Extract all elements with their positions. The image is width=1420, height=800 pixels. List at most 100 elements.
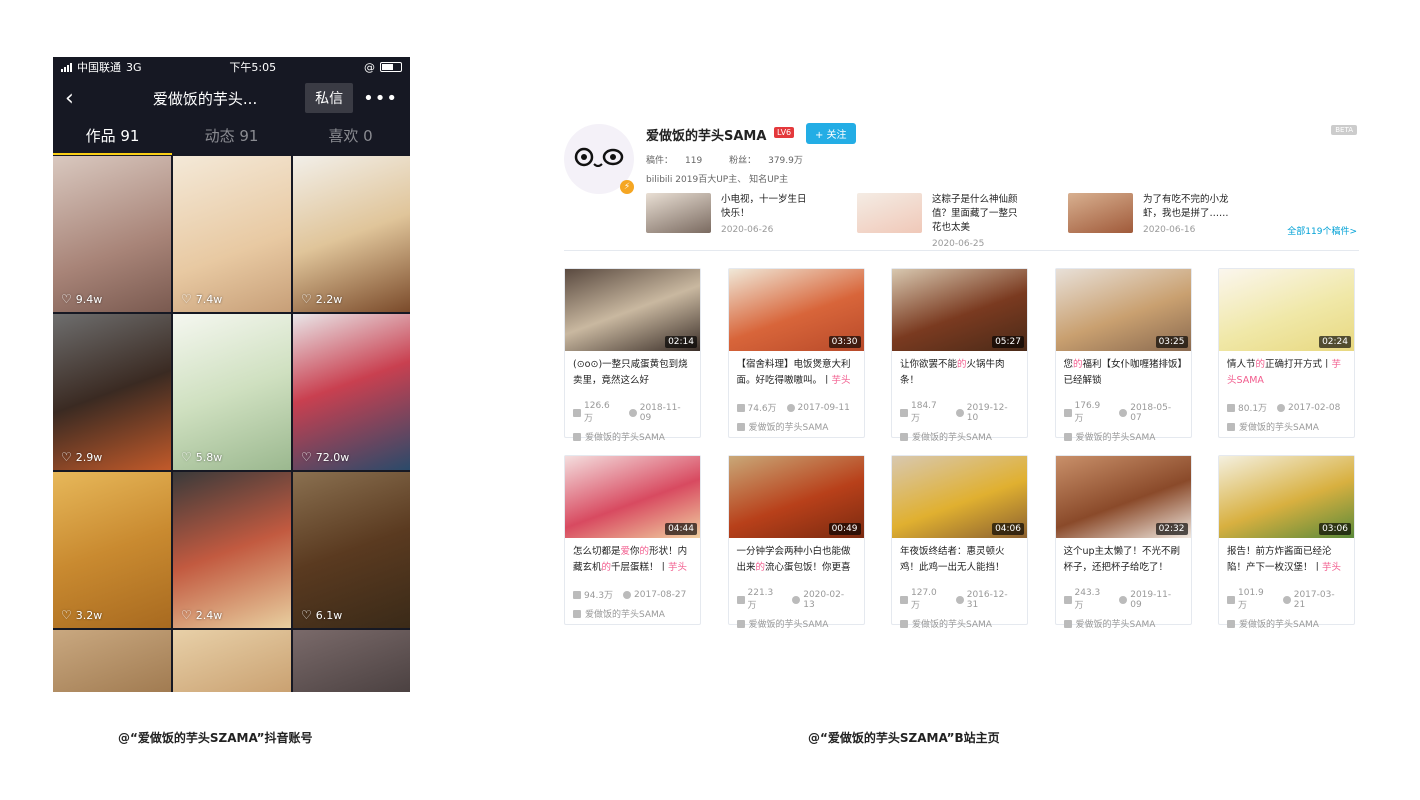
video-cover[interactable]: 03:30 (728, 269, 864, 351)
play-count-icon (1227, 403, 1235, 412)
video-thumbnail[interactable] (53, 630, 171, 692)
upload-date: 2018-11-09 (639, 402, 681, 423)
video-thumbnail[interactable]: ♡ 9.4w (53, 156, 171, 312)
video-cover[interactable]: 04:06 (892, 456, 1027, 538)
follow-button[interactable]: + 关注 (806, 123, 856, 144)
upload-date: 2016-12-31 (966, 589, 1008, 610)
title-fragment: 千层蛋糕！丨 (611, 562, 669, 573)
recent-upload-item[interactable]: 小电视，十一岁生日快乐！ 2020-06-26 (646, 193, 811, 235)
tab-works[interactable]: 作品 91 (53, 119, 172, 155)
video-card[interactable]: 03:30 【宿舍料理】电饭煲意大利面。好吃得嗷嗷叫。丨芋头 74.6万 2017-0… (727, 268, 865, 438)
video-thumbnail[interactable]: ♡ 2.4w (173, 472, 291, 628)
duration-badge: 02:32 (1155, 523, 1188, 535)
uploader-row[interactable]: 爱做饭的芋头SAMA (1219, 414, 1354, 433)
video-cover[interactable]: 00:49 (728, 456, 864, 538)
video-thumbnail[interactable]: ♡ 72.0w (293, 314, 410, 470)
heart-icon: ♡ (301, 450, 312, 464)
video-title[interactable]: 让你欲罢不能的火锅牛肉条！ (892, 351, 1027, 397)
tab-likes[interactable]: 喜欢 0 (291, 119, 410, 155)
recent-thumbnail[interactable] (857, 193, 922, 233)
video-thumbnail[interactable]: ♡ 5.8w (173, 314, 291, 470)
video-title[interactable]: 一分钟学会两种小白也能做出来的流心蛋包饭！你更喜 (729, 538, 864, 584)
uploader-row[interactable]: 爱做饭的芋头SAMA (892, 424, 1027, 443)
title-fragment: 流心蛋包饭！你更喜 (765, 562, 851, 573)
title-fragment: 你 (630, 546, 640, 557)
uploader-row[interactable]: 爱做饭的芋头SAMA (892, 611, 1027, 630)
video-cover[interactable]: 04:44 (565, 456, 700, 538)
recent-title[interactable]: 小电视，十一岁生日快乐！ (721, 193, 811, 221)
recent-date: 2020-06-25 (932, 239, 985, 249)
video-cover[interactable]: 03:25 (1055, 269, 1191, 351)
video-cover[interactable]: 05:27 (892, 269, 1027, 351)
uploader-row[interactable]: 爱做饭的芋头SAMA (1056, 424, 1191, 443)
recent-upload-item[interactable]: 这粽子是什么神仙颜值？里面藏了一整只花也太美 2020-06-25 (857, 193, 1022, 249)
title-fragment: 的 (1073, 359, 1083, 370)
message-button[interactable]: 私信 (305, 83, 354, 113)
video-title[interactable]: 情人节的正确打开方式丨芋头SAMA (1219, 351, 1354, 397)
video-thumbnail[interactable]: ♡ 6.1w (293, 472, 410, 628)
recent-title[interactable]: 这粽子是什么神仙颜值？里面藏了一整只花也太美 (932, 193, 1022, 235)
video-cover[interactable]: 02:14 (565, 269, 700, 351)
uploader-label: 爱做饭的芋头SAMA (585, 433, 665, 443)
video-thumbnail[interactable]: ♡ 2.9w (53, 314, 171, 470)
video-title[interactable]: (⊙o⊙)一整只咸蛋黄包到烧卖里，竟然这么好 (565, 351, 700, 397)
video-thumbnail[interactable]: ♡ 7.4w (173, 156, 291, 312)
like-count: ♡ 2.9w (61, 450, 102, 464)
duration-badge: 03:06 (1319, 523, 1351, 535)
uploader-row[interactable]: 爱做饭的芋头SAMA (1219, 611, 1354, 630)
video-card[interactable]: 00:49 一分钟学会两种小白也能做出来的流心蛋包饭！你更喜 221.3万 2020-… (727, 455, 865, 630)
play-count: 80.1万 (1238, 404, 1268, 414)
like-count-label: 7.4w (195, 292, 223, 306)
play-count-icon (736, 595, 745, 604)
recent-upload-item[interactable]: 为了有吃不完的小龙虾，我也是拼了…… 2020-06-16 (1068, 193, 1233, 235)
video-title[interactable]: 这个up主太懒了！不光不刷杯子，还把杯子给吃了！ (1056, 538, 1191, 584)
clock-icon (623, 590, 632, 599)
like-count: ♡ 2.4w (181, 608, 222, 622)
up-icon (573, 432, 581, 441)
title-fragment: 报告！前方炸酱面已经沦陷！产下一枚汉堡！丨 (1227, 546, 1332, 573)
title-fragment: 爱 (620, 546, 631, 557)
uploader-row[interactable]: 爱做饭的芋头SAMA (729, 611, 864, 630)
video-title[interactable]: 报告！前方炸酱面已经沦陷！产下一枚汉堡！丨芋头 (1219, 538, 1354, 584)
recent-title[interactable]: 为了有吃不完的小龙虾，我也是拼了…… (1143, 193, 1233, 221)
video-card[interactable]: 04:44 怎么切都是爱你的形状！内藏玄机的千层蛋糕！丨芋头 94.3万 2017-0… (564, 455, 701, 625)
video-card[interactable]: 02:24 情人节的正确打开方式丨芋头SAMA 80.1万 2017-02-08 爱做饭… (1218, 268, 1355, 438)
video-title[interactable]: 【宿舍料理】电饭煲意大利面。好吃得嗷嗷叫。丨芋头 (729, 351, 864, 397)
upload-date: 2017-03-21 (1293, 589, 1335, 610)
video-thumbnail[interactable] (173, 630, 291, 692)
video-thumbnail[interactable]: ♡ 3.2w (53, 472, 171, 628)
like-count-label: 2.9w (75, 450, 103, 464)
video-cover[interactable]: 02:24 (1219, 269, 1354, 351)
tab-activity[interactable]: 动态 91 (172, 119, 291, 155)
back-chevron-icon[interactable]: ‹ (65, 86, 95, 111)
play-count: 184.7万 (911, 401, 937, 424)
title-fragment: 这个up主太懒了！不光不刷杯子，还把杯子给吃了！ (1063, 546, 1181, 573)
video-title[interactable]: 您的福利【女仆咖喱猪排饭】已经解锁 (1056, 351, 1191, 397)
video-card[interactable]: 05:27 让你欲罢不能的火锅牛肉条！ 184.7万 2019-12-10 爱做饭的芋头… (891, 268, 1028, 443)
video-card[interactable]: 03:06 报告！前方炸酱面已经沦陷！产下一枚汉堡！丨芋头 101.9万 2017-0… (1218, 455, 1355, 630)
more-icon[interactable]: ••• (363, 88, 398, 109)
like-count: ♡ 7.4w (181, 292, 222, 306)
uploader-row[interactable]: 爱做饭的芋头SAMA (729, 414, 864, 433)
uploader-row[interactable]: 爱做饭的芋头SAMA (1056, 611, 1191, 630)
all-videos-link[interactable]: 全部119个稿件> (1287, 224, 1357, 237)
video-title[interactable]: 怎么切都是爱你的形状！内藏玄机的千层蛋糕！丨芋头 (565, 538, 700, 584)
uploads-count: 119 (685, 156, 703, 166)
fans-label: 粉丝： (729, 156, 757, 166)
video-card[interactable]: 03:25 您的福利【女仆咖喱猪排饭】已经解锁 176.9万 2018-05-07 爱做… (1054, 268, 1192, 443)
uploader-row[interactable]: 爱做饭的芋头SAMA (565, 424, 700, 443)
video-card[interactable]: 04:06 年夜饭终结者：惠灵顿火鸡！此鸡一出无人能挡！ 127.0万 2016-12… (891, 455, 1028, 630)
video-thumbnail[interactable]: ♡ 2.2w (293, 156, 410, 312)
video-cover[interactable]: 03:06 (1219, 456, 1354, 538)
video-thumbnail[interactable] (293, 630, 410, 692)
uploader-row[interactable]: 爱做饭的芋头SAMA (565, 601, 700, 620)
heart-icon: ♡ (181, 292, 192, 306)
like-count: ♡ 72.0w (301, 450, 349, 464)
video-card[interactable]: 02:14 (⊙o⊙)一整只咸蛋黄包到烧卖里，竟然这么好 126.6万 2018-11… (564, 268, 701, 443)
video-card[interactable]: 02:32 这个up主太懒了！不光不刷杯子，还把杯子给吃了！ 243.3万 2019-… (1054, 455, 1192, 630)
title-fragment: 的 (755, 562, 766, 573)
video-title[interactable]: 年夜饭终结者：惠灵顿火鸡！此鸡一出无人能挡！ (892, 538, 1027, 584)
recent-thumbnail[interactable] (646, 193, 711, 233)
video-cover[interactable]: 02:32 (1055, 456, 1191, 538)
recent-thumbnail[interactable] (1068, 193, 1133, 233)
